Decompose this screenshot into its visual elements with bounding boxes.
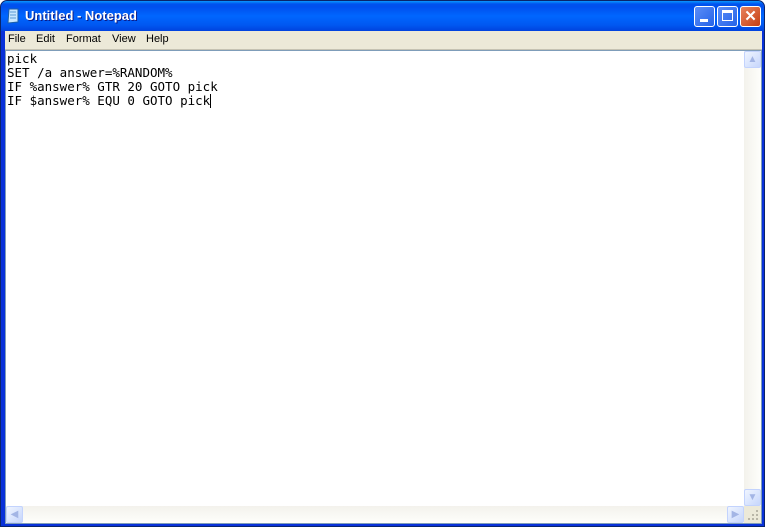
menu-bar: File Edit Format View Help xyxy=(5,31,762,50)
scroll-up-button[interactable]: ▲ xyxy=(744,51,761,68)
menu-edit[interactable]: Edit xyxy=(36,33,55,45)
minimize-icon xyxy=(700,19,708,22)
title-bar[interactable]: Untitled - Notepad ✕ xyxy=(1,1,764,31)
text-line-content: IF $answer% EQU 0 GOTO pick xyxy=(7,93,211,108)
scroll-down-button[interactable]: ▼ xyxy=(744,489,761,506)
maximize-icon xyxy=(722,10,733,21)
notepad-icon xyxy=(7,8,19,24)
menu-format[interactable]: Format xyxy=(66,33,101,45)
grip-dot xyxy=(752,518,754,520)
notepad-window: Untitled - Notepad ✕ File Edit Format Vi… xyxy=(0,0,765,527)
window-title: Untitled - Notepad xyxy=(25,8,137,23)
text-line: SET /a answer=%RANDOM% xyxy=(7,65,173,80)
close-icon: ✕ xyxy=(744,8,757,25)
chevron-down-icon: ▼ xyxy=(747,492,758,503)
vertical-scrollbar[interactable]: ▲ ▼ xyxy=(744,51,761,506)
menu-view[interactable]: View xyxy=(112,33,136,45)
chevron-up-icon: ▲ xyxy=(747,54,758,65)
text-line: pick xyxy=(7,51,38,66)
grip-dot xyxy=(748,518,750,520)
minimize-button[interactable] xyxy=(694,6,715,27)
resize-grip[interactable] xyxy=(744,506,761,523)
maximize-button[interactable] xyxy=(717,6,738,27)
chevron-right-icon: ▶ xyxy=(731,509,740,520)
scroll-left-button[interactable]: ◀ xyxy=(6,506,23,523)
text-line: IF %answer% GTR 20 GOTO pick xyxy=(7,79,218,94)
text-editor[interactable]: pick SET /a answer=%RANDOM% IF %answer% GT… xyxy=(5,50,762,524)
grip-dot xyxy=(756,518,758,520)
chevron-left-icon: ◀ xyxy=(10,509,19,520)
text-line: IF $answer% EQU 0 GOTO pick xyxy=(7,94,218,108)
editor-text[interactable]: pick SET /a answer=%RANDOM% IF %answer% GT… xyxy=(7,52,218,108)
menu-help[interactable]: Help xyxy=(146,33,169,45)
grip-dot xyxy=(752,514,754,516)
scroll-right-button[interactable]: ▶ xyxy=(727,506,744,523)
close-button[interactable]: ✕ xyxy=(740,6,761,27)
horizontal-scrollbar[interactable]: ◀ ▶ xyxy=(6,506,744,523)
grip-dot xyxy=(756,514,758,516)
menu-file[interactable]: File xyxy=(8,33,26,45)
text-caret xyxy=(210,94,212,108)
grip-dot xyxy=(756,510,758,512)
